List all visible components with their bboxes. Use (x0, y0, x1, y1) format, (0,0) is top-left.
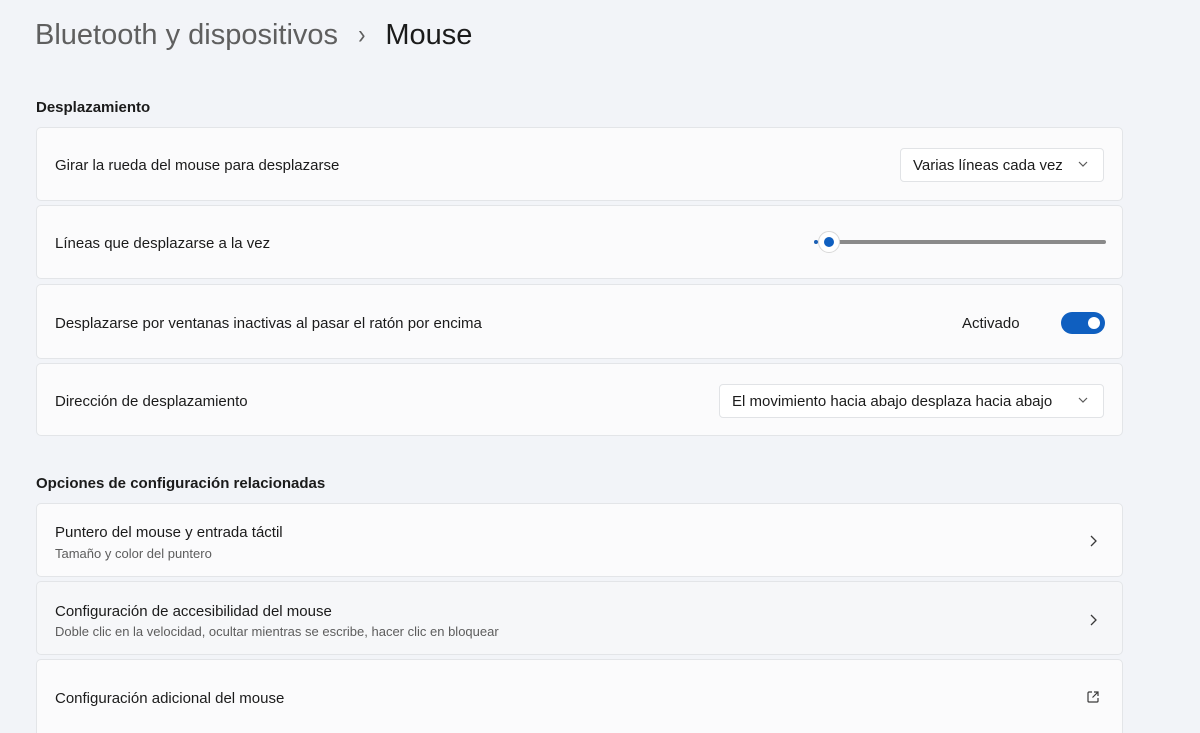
related-item-pointer[interactable]: Puntero del mouse y entrada táctil Tamañ… (36, 503, 1123, 577)
related-item-label: Configuración adicional del mouse (55, 690, 284, 707)
scroll-direction-label: Dirección de desplazamiento (55, 393, 248, 410)
related-item-label: Configuración de accesibilidad del mouse (55, 603, 332, 620)
scroll-lines-slider[interactable] (812, 230, 1106, 254)
related-item-label: Puntero del mouse y entrada táctil (55, 524, 283, 541)
inactive-scroll-toggle[interactable] (1061, 312, 1105, 334)
breadcrumb-separator: › (358, 19, 365, 50)
chevron-right-icon (1086, 534, 1100, 548)
slider-thumb-center (824, 237, 834, 247)
related-item-description: Doble clic en la velocidad, ocultar mien… (55, 624, 499, 639)
breadcrumb-parent[interactable]: Bluetooth y dispositivos (35, 19, 338, 52)
related-item-description: Tamaño y color del puntero (55, 546, 212, 561)
page-title: Mouse (385, 19, 472, 52)
inactive-scroll-label: Desplazarse por ventanas inactivas al pa… (55, 315, 482, 332)
inactive-scroll-row: Desplazarse por ventanas inactivas al pa… (36, 284, 1123, 359)
section-title-related: Opciones de configuración relacionadas (36, 475, 325, 492)
toggle-status-text: Activado (962, 315, 1020, 332)
scroll-direction-row: Dirección de desplazamiento El movimient… (36, 363, 1123, 436)
slider-track[interactable] (826, 240, 1106, 244)
open-external-icon (1086, 690, 1100, 704)
slider-thumb[interactable] (818, 231, 840, 253)
chevron-down-icon (1077, 394, 1089, 406)
wheel-scroll-value: Varias líneas cada vez (913, 157, 1063, 174)
scroll-lines-row: Líneas que desplazarse a la vez (36, 205, 1123, 279)
toggle-knob (1088, 317, 1100, 329)
wheel-scroll-label: Girar la rueda del mouse para desplazars… (55, 157, 339, 174)
wheel-scroll-dropdown[interactable]: Varias líneas cada vez (900, 148, 1104, 182)
chevron-right-icon (1086, 613, 1100, 627)
chevron-down-icon (1077, 158, 1089, 170)
breadcrumb: Bluetooth y dispositivos › Mouse (35, 14, 472, 56)
wheel-scroll-row: Girar la rueda del mouse para desplazars… (36, 127, 1123, 201)
section-title-scrolling: Desplazamiento (36, 99, 150, 116)
scroll-direction-dropdown[interactable]: El movimiento hacia abajo desplaza hacia… (719, 384, 1104, 418)
scroll-lines-label: Líneas que desplazarse a la vez (55, 235, 270, 252)
related-item-additional[interactable]: Configuración adicional del mouse (36, 659, 1123, 733)
scroll-direction-value: El movimiento hacia abajo desplaza hacia… (732, 393, 1052, 410)
settings-page: Bluetooth y dispositivos › Mouse Desplaz… (0, 0, 1200, 733)
related-item-accessibility[interactable]: Configuración de accesibilidad del mouse… (36, 581, 1123, 655)
